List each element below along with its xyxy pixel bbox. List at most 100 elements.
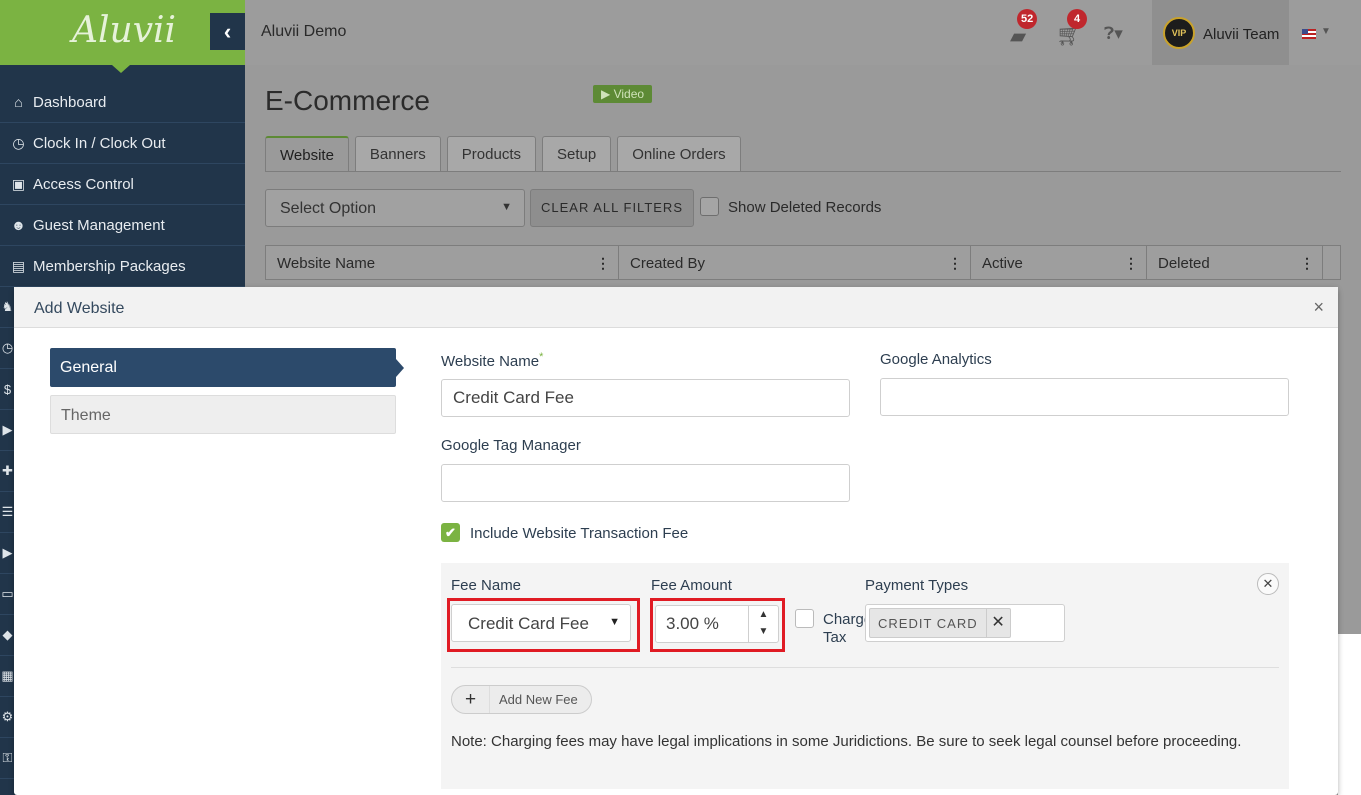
fee-amount-input[interactable]: 3.00 % ▲ ▼ (655, 605, 779, 643)
tabs-divider (265, 171, 1341, 172)
sidebar-item-access-control[interactable]: ▣ Access Control (0, 164, 245, 205)
close-icon[interactable]: × (1313, 297, 1324, 318)
close-circle-icon: ✕ (1262, 576, 1274, 591)
column-label: Created By (630, 255, 706, 272)
show-deleted-checkbox[interactable] (700, 197, 719, 216)
filter-select-value: Select Option (280, 200, 377, 217)
column-label: Website Name (277, 255, 376, 272)
modal-tab-general[interactable]: General (50, 348, 404, 387)
column-header-created-by[interactable]: Created By ⋮ (619, 246, 971, 279)
column-header-active[interactable]: Active ⋮ (971, 246, 1147, 279)
tab-banners[interactable]: Banners (354, 136, 441, 172)
filter-select[interactable]: Select Option ▼ (265, 189, 525, 227)
modal-tab-theme[interactable]: Theme (50, 395, 396, 434)
fee-amount-label: Fee Amount (651, 577, 732, 594)
avatar: VIP (1163, 17, 1195, 49)
user-name: Aluvii Team (1203, 26, 1280, 43)
sidebar-stub-icon[interactable]: ⚙ (0, 697, 15, 738)
modal-header: Add Website × (14, 287, 1338, 328)
org-name: Aluvii Demo (261, 23, 347, 40)
sidebar-item-label: Membership Packages (33, 257, 186, 275)
column-menu-icon[interactable]: ⋮ (1300, 255, 1314, 272)
tab-website[interactable]: Website (265, 136, 349, 172)
chevron-left-icon: ‹ (223, 18, 232, 44)
chevron-down-icon[interactable]: ▼ (1321, 26, 1331, 37)
sidebar-stub-icon[interactable]: ▶ (0, 410, 15, 451)
charge-tax-label: Charge Tax (823, 611, 865, 646)
sidebar-stub-icon[interactable]: ⚿ (0, 738, 15, 779)
user-menu[interactable]: VIP Aluvii Team (1152, 0, 1289, 65)
tab-bar: Website Banners Products Setup Online Or… (265, 136, 747, 172)
sidebar-stub-icon[interactable]: $ (0, 369, 15, 410)
google-tag-manager-input[interactable] (441, 464, 850, 502)
remove-tag-icon[interactable]: ✕ (985, 609, 1010, 637)
home-icon: ⌂ (14, 94, 23, 110)
stepper-up-icon[interactable]: ▲ (749, 606, 778, 623)
users-icon: ☻ (11, 217, 26, 233)
caret-down-icon: ▼ (501, 201, 512, 213)
column-header-website-name[interactable]: Website Name ⋮ (266, 246, 619, 279)
sidebar-stub-icon[interactable]: ▦ (0, 656, 15, 697)
sidebar-item-clock[interactable]: ◷ Clock In / Clock Out (0, 123, 245, 164)
video-button[interactable]: ▶ Video (593, 85, 653, 103)
tab-products[interactable]: Products (446, 136, 536, 172)
sidebar-stub-icon[interactable]: ▶ (0, 533, 15, 574)
cart-count-badge: 4 (1067, 9, 1087, 29)
add-new-fee-button[interactable]: + Add New Fee (451, 685, 592, 714)
logo-text: Aluvii (72, 10, 177, 51)
fee-name-value: Credit Card Fee (468, 614, 589, 633)
google-analytics-label: Google Analytics (880, 351, 992, 368)
required-mark: * (539, 351, 544, 363)
page-edge (1338, 634, 1361, 795)
number-stepper[interactable]: ▲ ▼ (748, 606, 778, 642)
page-title: E-Commerce (265, 85, 430, 116)
sidebar-stub-icon[interactable]: ♞ (0, 287, 15, 328)
google-tag-manager-label: Google Tag Manager (441, 437, 581, 454)
sidebar-item-label: Access Control (33, 175, 134, 193)
sidebar-stub-icon[interactable]: ▭ (0, 574, 15, 615)
column-menu-icon[interactable]: ⋮ (1124, 255, 1138, 272)
fee-name-select[interactable]: Credit Card Fee ▼ (451, 604, 631, 642)
top-bar: Aluvii Demo ▰ 52 🛒︎ 4 ❓︎▾ VIP Aluvii Tea… (245, 0, 1361, 65)
website-name-label: Website Name* (441, 351, 544, 370)
sidebar-collapse-button[interactable]: ‹ (210, 13, 245, 50)
add-website-modal: Add Website × General Theme Website Name… (14, 287, 1338, 795)
sidebar-item-dashboard[interactable]: ⌂ Dashboard (0, 82, 245, 123)
payment-type-tag: CREDIT CARD ✕ (869, 608, 1011, 638)
payment-type-tag-label: CREDIT CARD (878, 615, 978, 631)
legal-note: Note: Charging fees may have legal impli… (451, 733, 1242, 750)
column-menu-icon[interactable]: ⋮ (596, 255, 610, 272)
sidebar-nav: ⌂ Dashboard ◷ Clock In / Clock Out ▣ Acc… (0, 82, 245, 287)
charge-tax-checkbox[interactable] (795, 609, 814, 628)
tab-online-orders[interactable]: Online Orders (617, 136, 741, 172)
tab-setup[interactable]: Setup (542, 136, 612, 172)
clock-icon: ◷ (12, 134, 25, 151)
sidebar-stub-icon[interactable]: ◷ (0, 328, 15, 369)
us-flag-icon[interactable] (1302, 29, 1316, 39)
card-icon: ▤ (11, 257, 26, 274)
logo[interactable]: Aluvii (0, 0, 245, 73)
caret-down-icon: ▼ (609, 616, 620, 628)
sidebar-item-label: Guest Management (33, 216, 165, 234)
stepper-down-icon[interactable]: ▼ (749, 623, 778, 640)
google-analytics-input[interactable] (880, 378, 1289, 416)
include-fee-label: Include Website Transaction Fee (470, 525, 689, 542)
bag-count-badge: 52 (1017, 9, 1038, 29)
column-menu-icon[interactable]: ⋮ (948, 255, 962, 272)
sidebar-item-guest-management[interactable]: ☻ Guest Management (0, 205, 245, 246)
overlay-edge (1338, 287, 1361, 634)
payment-types-multiselect[interactable]: CREDIT CARD ✕ (865, 604, 1065, 642)
sidebar-stub-icon[interactable]: ◆ (0, 615, 15, 656)
logo-pointer (112, 65, 130, 73)
remove-fee-button[interactable]: ✕ (1257, 573, 1279, 595)
sidebar-item-membership-packages[interactable]: ▤ Membership Packages (0, 246, 245, 287)
include-fee-checkbox[interactable]: ✔ (441, 523, 460, 542)
clear-filters-button[interactable]: CLEAR ALL FILTERS (530, 189, 694, 227)
sidebar-stub-icon[interactable]: ☰ (0, 492, 15, 533)
column-header-deleted[interactable]: Deleted ⋮ (1147, 246, 1323, 279)
website-name-input[interactable]: Credit Card Fee (441, 379, 850, 417)
payment-types-label: Payment Types (865, 577, 969, 594)
question-circle-icon[interactable]: ❓︎▾ (1104, 24, 1123, 44)
sidebar-stub-icon[interactable]: ✚ (0, 451, 15, 492)
fee-divider (451, 667, 1279, 668)
